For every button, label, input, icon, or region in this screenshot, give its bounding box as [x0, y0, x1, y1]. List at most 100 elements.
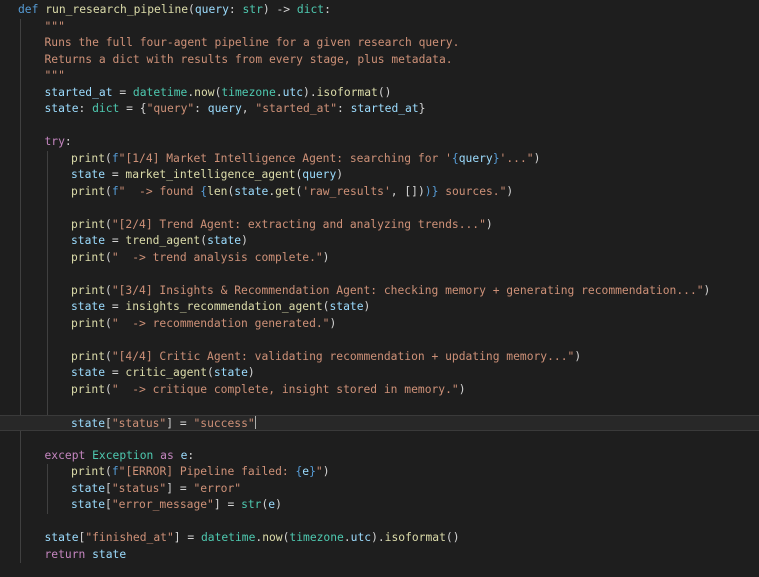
code-token: """: [44, 69, 65, 82]
code-line[interactable]: print("[2/4] Trend Agent: extracting and…: [0, 217, 759, 234]
code-line[interactable]: [0, 431, 759, 448]
code-line[interactable]: print("[3/4] Insights & Recommendation A…: [0, 283, 759, 300]
code-token: market_intelligence_agent: [125, 168, 296, 181]
code-line[interactable]: print(f"[1/4] Market Intelligence Agent:…: [0, 151, 759, 168]
code-token: (: [207, 366, 214, 379]
code-token: }: [492, 151, 500, 165]
code-token: =: [105, 168, 126, 181]
code-token: trend_agent: [125, 234, 201, 247]
code-line[interactable]: print("[4/4] Critic Agent: validating re…: [0, 349, 759, 366]
code-token: (: [105, 465, 112, 478]
code-token: "success": [193, 416, 255, 430]
code-line[interactable]: [0, 266, 759, 283]
code-line[interactable]: [0, 118, 759, 135]
code-token: print: [71, 217, 106, 231]
code-line[interactable]: [0, 514, 759, 531]
code-token: state: [71, 168, 106, 181]
code-token: "[2/4] Trend Agent: extracting and analy…: [111, 217, 486, 231]
code-token: state: [71, 366, 106, 379]
code-line[interactable]: print(" -> critique complete, insight st…: [0, 382, 759, 399]
code-token: return: [44, 547, 86, 561]
code-token: =: [112, 85, 133, 99]
code-line[interactable]: except Exception as e:: [0, 448, 759, 465]
code-line[interactable]: print(f"[ERROR] Pipeline failed: {e}"): [0, 464, 759, 481]
code-token: ,: [241, 102, 256, 115]
code-token: ): [703, 283, 711, 297]
code-token: (: [105, 382, 112, 396]
code-token: (: [105, 316, 112, 330]
code-line[interactable]: started_at = datetime.now(timezone.utc).…: [0, 85, 759, 102]
code-token: ): [329, 316, 337, 330]
code-line[interactable]: state: dict = {"query": query, "started_…: [0, 101, 759, 118]
code-editor[interactable]: def run_research_pipeline(query: str) ->…: [0, 0, 759, 577]
code-token: as: [160, 448, 174, 462]
code-token: :: [337, 102, 351, 115]
code-token: (: [105, 217, 112, 231]
code-token: (: [105, 184, 112, 198]
code-token: state: [71, 416, 106, 430]
code-token: (: [105, 283, 112, 297]
code-line[interactable]: print(f" -> found {len(state.get('raw_re…: [0, 184, 759, 201]
code-line[interactable]: [0, 332, 759, 349]
code-token: str: [242, 3, 263, 16]
code-line[interactable]: state["error_message"] = str(e): [0, 497, 759, 514]
code-line[interactable]: print(" -> recommendation generated."): [0, 316, 759, 333]
code-token: Returns a dict with results from every s…: [44, 52, 453, 66]
code-line[interactable]: return state: [0, 547, 759, 564]
code-token: started_at: [44, 85, 113, 99]
code-token: def: [18, 3, 39, 16]
code-token: }: [418, 102, 426, 115]
code-token: now: [262, 531, 283, 544]
code-line[interactable]: state = critic_agent(state): [0, 365, 759, 382]
code-token: " -> critique complete, insight stored i…: [111, 382, 459, 396]
code-token: utc: [282, 85, 304, 99]
code-line[interactable]: """: [0, 68, 759, 85]
code-line[interactable]: try:: [0, 134, 759, 151]
code-token: query: [207, 102, 242, 115]
code-token: isoformat: [384, 531, 446, 544]
code-line[interactable]: state = trend_agent(state): [0, 233, 759, 250]
code-token: str: [241, 498, 262, 511]
code-token: (): [445, 531, 460, 544]
code-line[interactable]: [0, 398, 759, 415]
code-token: print: [71, 316, 106, 330]
code-line[interactable]: state["status"] = "error": [0, 481, 759, 498]
code-line[interactable]: """: [0, 19, 759, 36]
code-token: =: [105, 300, 126, 313]
code-token: print: [71, 184, 106, 198]
code-line[interactable]: Runs the full four-agent pipeline for a …: [0, 35, 759, 52]
code-token: (): [377, 85, 392, 99]
code-line[interactable]: [0, 200, 759, 217]
code-token: ): [485, 217, 493, 231]
code-token: state: [71, 234, 106, 247]
code-token: (: [105, 349, 112, 363]
code-token: print: [71, 465, 106, 478]
code-token: ] =: [213, 498, 242, 511]
code-token: print: [71, 151, 106, 165]
code-token: print: [71, 250, 106, 264]
code-token: ): [533, 151, 541, 165]
code-line[interactable]: Returns a dict with results from every s…: [0, 52, 759, 69]
code-token: state: [213, 366, 248, 379]
code-token: print: [71, 382, 106, 396]
code-token: Exception: [92, 448, 154, 462]
code-token: critic_agent: [125, 366, 208, 379]
code-token: "[1/4] Market Intelligence Agent: search…: [118, 151, 452, 165]
code-token: "status": [111, 416, 167, 430]
code-line-active[interactable]: state["status"] = "success": [0, 414, 759, 431]
code-token: query: [194, 3, 229, 16]
code-line[interactable]: print(" -> trend analysis complete."): [0, 250, 759, 267]
code-token: "[3/4] Insights & Recommendation Agent: …: [111, 283, 704, 297]
code-token: "[ERROR] Pipeline failed:: [118, 465, 296, 478]
code-token: f: [111, 151, 119, 165]
code-token: "query": [146, 102, 195, 115]
code-token: ): [241, 234, 248, 247]
code-token: query: [458, 151, 493, 165]
code-line[interactable]: def run_research_pipeline(query: str) ->…: [0, 2, 759, 19]
code-line[interactable]: state = market_intelligence_agent(query): [0, 167, 759, 184]
code-token: sources.": [438, 184, 507, 198]
code-line[interactable]: state = insights_recommendation_agent(st…: [0, 299, 759, 316]
code-line[interactable]: state["finished_at"] = datetime.now(time…: [0, 530, 759, 547]
text-cursor: [254, 415, 256, 429]
